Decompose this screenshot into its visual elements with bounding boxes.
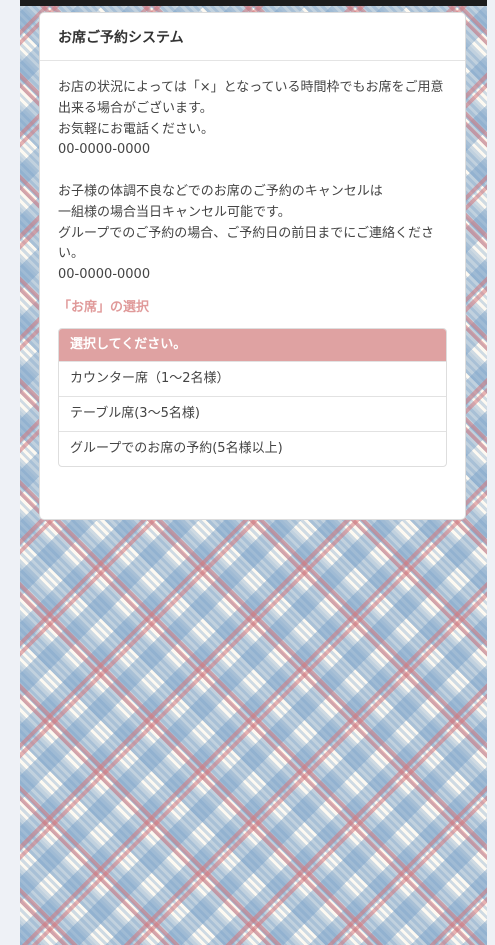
phone-number: 00-0000-0000 <box>58 142 151 158</box>
notice-cancellation: お子様の体調不良などでのお席のご予約のキャンセルは 一組様の場合当日キャンセル可… <box>58 182 447 286</box>
seat-option-list: 選択してください。 カウンター席（1〜2名様） テーブル席(3〜5名様) グルー… <box>58 327 447 467</box>
notice-line: 一組様の場合当日キャンセル可能です。 <box>58 204 291 220</box>
notice-line: お店の状況によっては「×」となっている時間枠でもお席をご用意 <box>58 80 444 95</box>
seat-option-counter[interactable]: カウンター席（1〜2名様） <box>59 360 446 396</box>
card-body: お店の状況によっては「×」となっている時間枠でもお席をご用意 出来る場合がござい… <box>40 61 465 467</box>
notice-line: 出来る場合がございます。 <box>58 100 213 116</box>
seat-select-prompt: 選択してください。 <box>59 328 446 361</box>
seat-selection-title: 「お席」の選択 <box>58 299 150 315</box>
reservation-card: お席ご予約システム お店の状況によっては「×」となっている時間枠でもお席をご用意… <box>39 12 466 520</box>
card-title: お席ご予約システム <box>40 13 465 61</box>
notice-line: お子様の体調不良などでのお席のご予約のキャンセルは <box>58 183 383 199</box>
notice-line: い。 <box>58 246 85 262</box>
seat-option-group[interactable]: グループでのお席の予約(5名様以上) <box>59 430 446 466</box>
notice-line: グループでのご予約の場合、ご予約日の前日までにご連絡くださ <box>58 225 434 241</box>
notice-availability: お店の状況によっては「×」となっている時間枠でもお席をご用意 出来る場合がござい… <box>58 78 447 161</box>
phone-number: 00-0000-0000 <box>58 267 151 283</box>
seat-option-table[interactable]: テーブル席(3〜5名様) <box>59 395 446 431</box>
notice-line: お気軽にお電話ください。 <box>58 121 215 137</box>
